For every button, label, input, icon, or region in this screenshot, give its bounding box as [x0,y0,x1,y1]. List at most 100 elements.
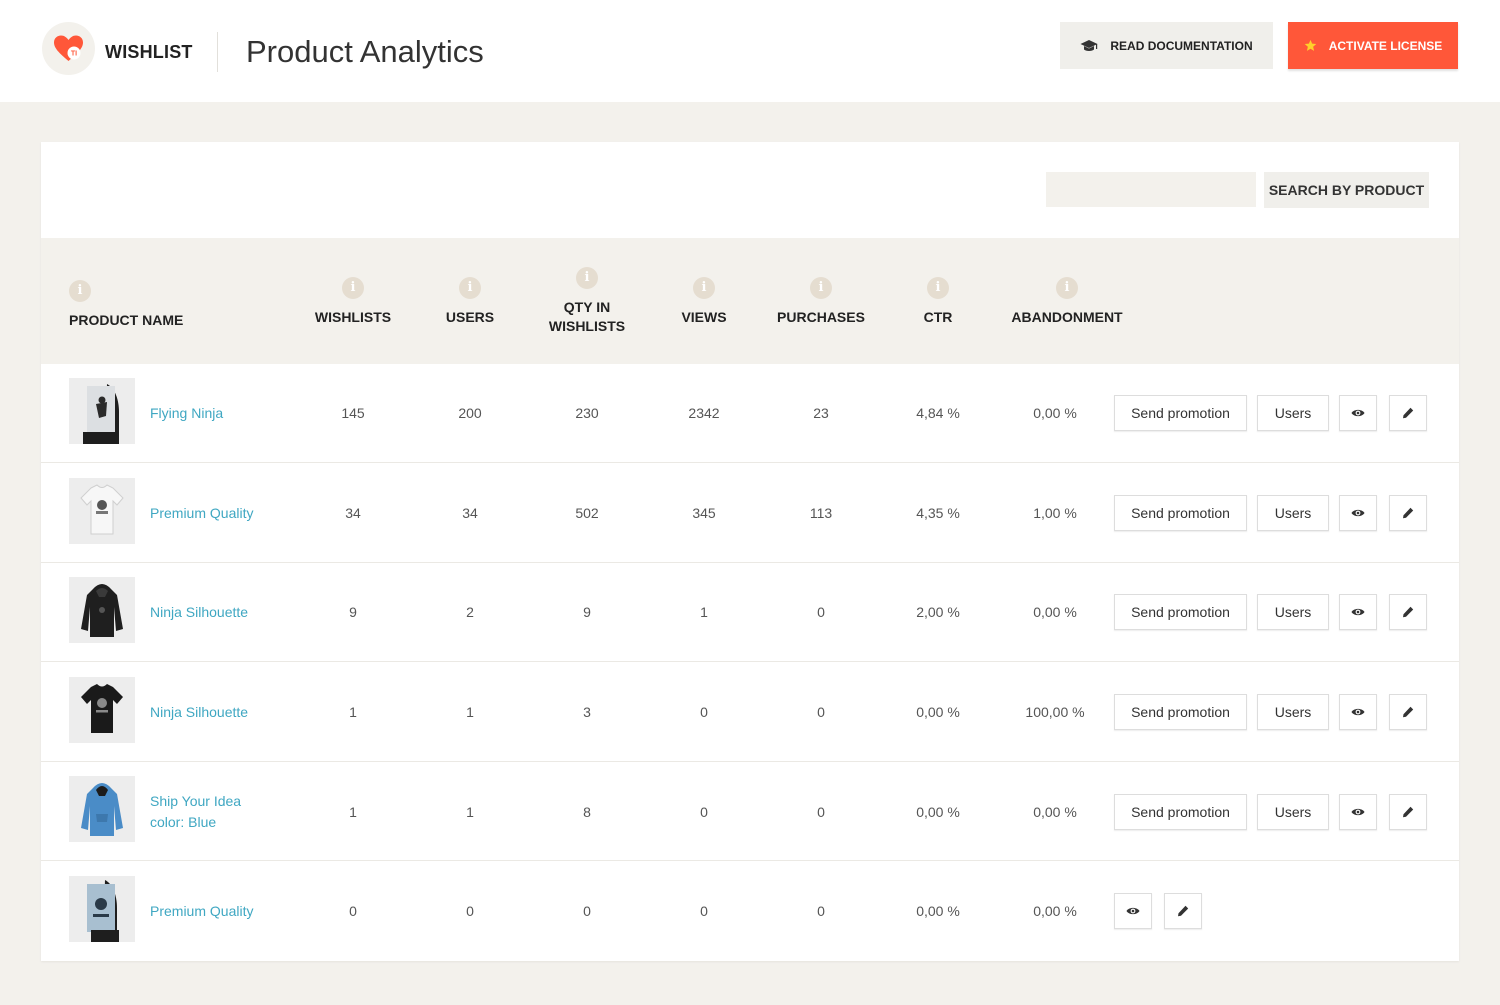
product-link[interactable]: Ninja Silhouette [150,602,248,623]
pencil-icon [1403,806,1414,818]
column-label-line-2: WISHLISTS [548,318,626,334]
wishlists-value: 34 [345,505,361,521]
purchases-value: 113 [809,505,833,521]
info-icon[interactable]: i [693,277,715,299]
wishlist-logo: TI [42,22,95,75]
activate-license-button[interactable]: ACTIVATE LICENSE [1288,22,1458,69]
views-value: 2342 [688,405,720,421]
eye-icon [1351,608,1365,616]
pencil-icon [1403,407,1414,419]
view-button[interactable] [1114,893,1152,929]
eye-icon [1351,509,1365,517]
product-thumbnail[interactable] [69,577,135,643]
product-link[interactable]: Flying Ninja [150,403,223,424]
send-promotion-button[interactable]: Send promotion [1114,694,1247,730]
page-title: Product Analytics [246,34,484,69]
send-promotion-button[interactable]: Send promotion [1114,495,1247,531]
edit-button[interactable] [1389,495,1427,531]
edit-button[interactable] [1389,594,1427,630]
search-by-product-button[interactable]: SEARCH BY PRODUCT [1264,172,1429,208]
view-button[interactable] [1339,694,1377,730]
poster-icon [83,384,119,444]
info-icon[interactable]: i [459,277,481,299]
views-value: 1 [700,604,708,620]
wishlists-value: 1 [349,804,357,820]
qty-value: 9 [583,604,591,620]
abandonment-value: 1,00 % [1033,505,1077,521]
abandonment-value: 0,00 % [1033,604,1077,620]
send-promotion-button[interactable]: Send promotion [1114,395,1247,431]
info-icon[interactable]: i [810,277,832,299]
ctr-value: 0,00 % [916,704,960,720]
table-row: Ninja Silhouette 9 2 9 1 0 2,00 % 0,00 %… [41,563,1459,662]
product-link[interactable]: Ship Your Idea color: Blue [150,791,241,833]
read-documentation-label: READ DOCUMENTATION [1110,38,1253,53]
users-button[interactable]: Users [1257,594,1329,630]
view-button[interactable] [1339,395,1377,431]
info-icon[interactable]: i [1056,277,1078,299]
read-documentation-button[interactable]: READ DOCUMENTATION [1060,22,1273,69]
table-row: Ninja Silhouette 1 1 3 0 0 0,00 % 100,00… [41,663,1459,762]
column-header-abandonment: i ABANDONMENT [1005,277,1129,327]
header-divider [217,32,218,72]
abandonment-value: 0,00 % [1033,405,1077,421]
product-link[interactable]: Ninja Silhouette [150,702,248,723]
edit-button[interactable] [1389,395,1427,431]
send-promotion-button[interactable]: Send promotion [1114,794,1247,830]
column-label: PRODUCT NAME [69,312,184,328]
users-button[interactable]: Users [1257,694,1329,730]
view-button[interactable] [1339,495,1377,531]
column-header-ctr: i CTR [888,277,988,327]
column-header-qty-in-wishlists: i QTY IN WISHLISTS [537,267,637,336]
column-label-line-1: QTY IN [563,299,611,315]
product-thumbnail[interactable] [69,478,135,544]
info-icon[interactable]: i [576,267,598,289]
info-icon[interactable]: i [69,280,91,302]
product-thumbnail[interactable] [69,378,135,444]
users-button[interactable]: Users [1257,495,1329,531]
black-tshirt-icon [81,684,123,733]
view-button[interactable] [1339,794,1377,830]
product-thumbnail[interactable] [69,876,135,942]
top-bar: TI WISHLIST Product Analytics READ DOCUM… [0,0,1500,102]
info-icon[interactable]: i [927,277,949,299]
product-link[interactable]: Premium Quality [150,901,253,922]
product-search-input[interactable] [1046,172,1256,207]
qty-value: 3 [583,704,591,720]
column-header-product-name: i PRODUCT NAME [69,280,183,330]
heart-logo-icon: TI [54,35,83,61]
edit-button[interactable] [1389,794,1427,830]
brand-name: WISHLIST [105,42,193,62]
ctr-value: 4,84 % [916,405,960,421]
poster-icon [87,880,119,942]
edit-button[interactable] [1389,694,1427,730]
edit-button[interactable] [1164,893,1202,929]
pencil-icon [1403,706,1414,718]
graduation-cap-icon [1080,39,1098,51]
views-value: 345 [692,505,716,521]
qty-value: 0 [583,903,591,919]
product-thumbnail[interactable] [69,677,135,743]
column-label: PURCHASES [777,309,865,325]
table-row: Ship Your Idea color: Blue 1 1 8 0 0 0,0… [41,762,1459,861]
users-button[interactable]: Users [1257,395,1329,431]
column-header-purchases: i PURCHASES [771,277,871,327]
send-promotion-button[interactable]: Send promotion [1114,594,1247,630]
pencil-icon [1403,606,1414,618]
black-hoodie-icon [81,584,123,637]
product-link[interactable]: Premium Quality [150,503,253,524]
column-header-wishlists: i WISHLISTS [303,277,403,327]
column-label: CTR [923,309,953,325]
qty-value: 8 [583,804,591,820]
views-value: 0 [700,704,708,720]
users-button[interactable]: Users [1257,794,1329,830]
wishlists-value: 1 [349,704,357,720]
pencil-icon [1178,905,1189,917]
view-button[interactable] [1339,594,1377,630]
info-icon[interactable]: i [342,277,364,299]
product-thumbnail[interactable] [69,776,135,842]
column-header-views: i VIEWS [654,277,754,327]
table-row: Premium Quality 0 0 0 0 0 0,00 % 0,00 % [41,862,1459,961]
product-name: Ship Your Idea [150,793,242,809]
table-row: Flying Ninja 145 200 230 2342 23 4,84 % … [41,364,1459,463]
